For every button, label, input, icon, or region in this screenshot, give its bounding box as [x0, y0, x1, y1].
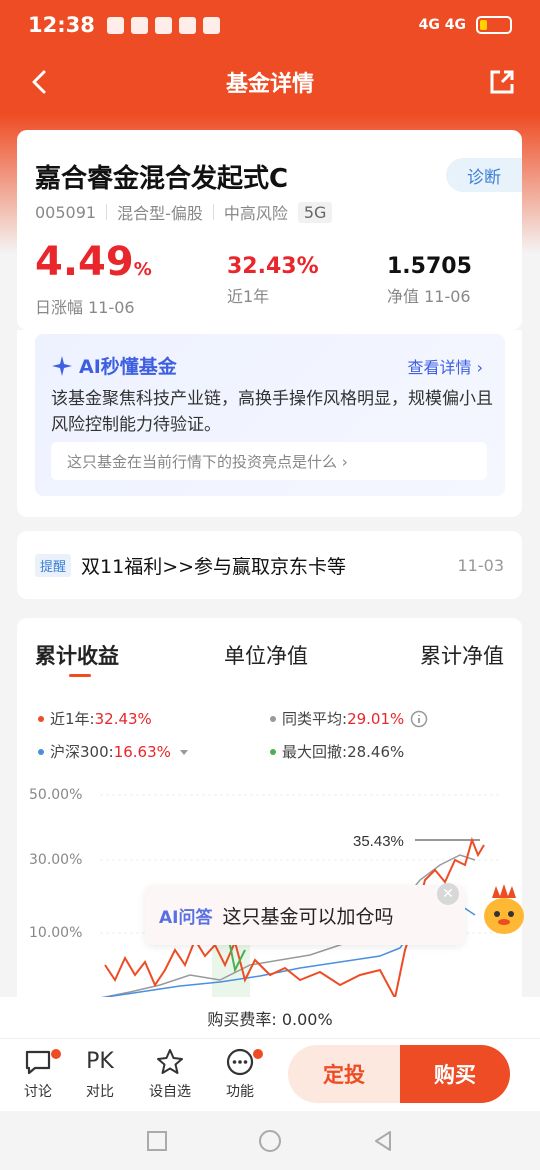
ai-more-link[interactable]: 查看详情 ›	[408, 354, 484, 378]
daily-change-metric: 4.49% 日涨幅 11-06	[35, 239, 152, 317]
notice-text: 双11福利>>参与赢取京东卡等	[81, 555, 347, 578]
functions-button[interactable]: 功能	[215, 1047, 265, 1101]
year-return-metric: 32.43% 近1年	[227, 254, 319, 307]
more-icon	[226, 1048, 254, 1076]
app-header: 基金详情	[0, 50, 540, 114]
buy-button[interactable]: 购买	[400, 1045, 510, 1103]
legend-peer: 同类平均: 29.01%	[270, 708, 428, 729]
fund-summary-card: 嘉合睿金混合发起式C 诊断 005091 混合型-偏股 中高风险 5G 4.49…	[17, 130, 522, 330]
legend-fund: 近1年: 32.43%	[38, 708, 152, 729]
tab-underline	[69, 674, 91, 677]
legend-peer-value: 29.01%	[347, 709, 405, 728]
home-icon[interactable]	[258, 1129, 282, 1153]
ai-question-button[interactable]: 这只基金在当前行情下的投资亮点是什么 ›	[51, 442, 487, 480]
status-time: 12:38	[28, 13, 95, 37]
network-label: 4G 4G	[418, 17, 466, 33]
ai-description: 该基金聚焦科技产业链，高换手操作风格明显，规模偏小且风险控制能力待验证。	[51, 389, 493, 435]
fund-name: 嘉合睿金混合发起式C	[35, 164, 289, 194]
bottom-action-bar: 讨论 PK 对比 设自选 功能 定投 购买	[0, 1039, 540, 1111]
tab-cumulative-nav[interactable]: 累计净值	[420, 640, 504, 670]
ai-summary-card[interactable]: AI秒懂基金 查看详情 › 该基金聚焦科技产业链，高换手操作风格明显，规模偏小且…	[35, 334, 505, 496]
close-icon[interactable]: ✕	[437, 883, 459, 905]
info-icon[interactable]	[410, 710, 428, 728]
ai-chat-bubble[interactable]: AI问答 这只基金可以加仓吗 ✕	[145, 883, 465, 945]
ai-title: AI秒懂基金	[51, 352, 177, 379]
purchase-fee: 购买费率: 0.00%	[0, 997, 540, 1039]
year-return-label: 近1年	[227, 287, 270, 306]
legend-index[interactable]: 沪深300: 16.63%	[38, 741, 191, 762]
y-tick-label: 30.00%	[29, 852, 83, 868]
battery-icon	[476, 16, 512, 34]
diagnose-button[interactable]: 诊断	[446, 158, 522, 192]
legend-drawdown-value: 28.46%	[347, 742, 405, 761]
chat-icon	[25, 1050, 51, 1075]
y-tick-label: 50.00%	[29, 787, 83, 803]
mascot-icon[interactable]	[478, 880, 530, 940]
auto-invest-button[interactable]: 定投	[288, 1045, 400, 1103]
tab-unit-nav[interactable]: 单位净值	[224, 640, 308, 670]
status-right: 4G 4G	[419, 16, 512, 34]
fund-tags: 005091 混合型-偏股 中高风险 5G	[35, 200, 333, 224]
star-add-icon	[157, 1049, 183, 1074]
chart-tabs: 累计收益 单位净值 累计净值	[17, 640, 522, 670]
return-chart[interactable]: 35.43%	[100, 770, 500, 998]
ai-chat-text: 这只基金可以加仓吗	[222, 905, 394, 928]
nav-metric: 1.5705 净值 11-06	[387, 254, 472, 307]
fund-risk: 中高风险	[223, 204, 288, 223]
notice-tag: 提醒	[35, 553, 72, 577]
ai-chat-label: AI问答	[159, 907, 213, 928]
sparkle-icon	[52, 355, 72, 376]
tab-cumulative-return[interactable]: 累计收益	[35, 640, 119, 670]
legend-fund-value: 32.43%	[94, 709, 152, 728]
discuss-button[interactable]: 讨论	[13, 1047, 63, 1101]
notice-bar[interactable]: 提醒 双11福利>>参与赢取京东卡等 11-03	[17, 531, 522, 599]
nav-label: 净值 11-06	[387, 287, 471, 306]
watchlist-button[interactable]: 设自选	[145, 1047, 195, 1101]
page-title: 基金详情	[225, 72, 314, 97]
legend-index-value: 16.63%	[113, 742, 171, 761]
year-return-value: 32.43%	[227, 254, 319, 279]
notice-date: 11-03	[457, 555, 505, 575]
fund-badge: 5G	[297, 201, 333, 223]
caret-down-icon[interactable]	[177, 745, 191, 759]
y-tick-label: 10.00%	[29, 925, 83, 941]
recents-icon[interactable]	[146, 1130, 168, 1152]
status-bar: 12:38 4G 4G	[0, 0, 540, 50]
legend-drawdown: 最大回撤: 28.46%	[270, 741, 404, 762]
back-nav-icon[interactable]	[372, 1130, 394, 1152]
compare-button[interactable]: PK 对比	[75, 1047, 125, 1101]
share-icon[interactable]	[488, 68, 516, 96]
fund-code: 005091	[35, 202, 97, 222]
max-annotation: 35.43%	[353, 833, 404, 850]
notification-icons	[106, 16, 220, 34]
nav-value: 1.5705	[387, 254, 472, 279]
system-nav-bar	[0, 1111, 540, 1170]
daily-change-label: 日涨幅 11-06	[35, 298, 135, 317]
daily-change-value: 4.49	[35, 239, 134, 285]
pk-icon: PK	[86, 1049, 114, 1074]
back-icon[interactable]	[26, 68, 54, 96]
fund-type: 混合型-偏股	[117, 204, 203, 223]
